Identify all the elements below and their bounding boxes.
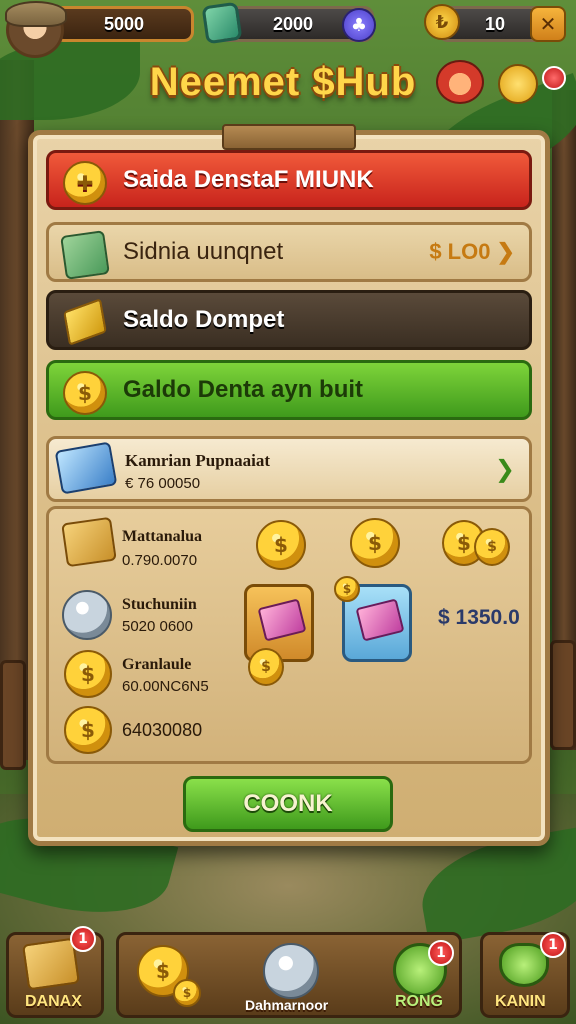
coin-icon: $ [474, 528, 510, 566]
list-item-1-value: 0.790.0070 [122, 552, 198, 569]
list-item-3-label: Granlaule [122, 656, 192, 673]
shop-price: $ 1350.0 [438, 606, 520, 629]
chevron-right-icon[interactable]: ❯ [495, 455, 515, 483]
coin-icon: $ [173, 979, 201, 1007]
menu-row-2-label: Sidnia uunqnet [123, 238, 284, 265]
page-title: Neemet $Hub [149, 60, 417, 104]
coin-glyph: $ [274, 533, 288, 557]
card-pack-icon [355, 598, 405, 642]
menu-row-3[interactable]: Saldo Dompet [46, 290, 532, 350]
fence-post [550, 640, 576, 750]
energy-icon: ₺ [424, 4, 460, 40]
gold-bar-icon [63, 298, 107, 346]
cash-amount: 5000 [103, 13, 145, 34]
mascot-sun-icon[interactable] [498, 64, 538, 104]
mascot-monkey-icon[interactable] [436, 60, 484, 104]
coin-glyph: $ [368, 531, 382, 555]
nav-daily-badge: 1 [70, 926, 96, 952]
coin-glyph: $ [342, 582, 352, 596]
cash-stack-icon [60, 230, 110, 280]
silver-coin-icon[interactable] [263, 943, 319, 999]
fence-post [0, 660, 26, 770]
close-icon: ✕ [539, 12, 557, 36]
coin-glyph: $ [261, 659, 271, 675]
top-bar: 5000 2000 ♣ 10 ₺ ✕ [0, 0, 576, 58]
energy-glyph: ₺ [435, 11, 449, 33]
menu-row-2[interactable]: Sidnia uunqnet $ LO0 ❯ [46, 222, 532, 282]
coin-glyph: $ [78, 381, 92, 405]
coin-icon: $ [248, 648, 284, 686]
nav-ideas-badge: 1 [428, 940, 454, 966]
gem-icon [201, 1, 243, 45]
coin-icon[interactable]: $ [256, 520, 306, 570]
nav-kanin-badge: 1 [540, 932, 566, 958]
gold-stack-icon [61, 516, 117, 568]
nav-ideas-label: RONG [395, 993, 443, 1010]
coin-glyph: $ [487, 539, 497, 555]
coin-stack-icon[interactable]: $ [350, 518, 400, 568]
menu-row-3-label: Saldo Dompet [123, 306, 285, 333]
coin-glyph: $ [182, 986, 192, 1000]
nav-center-label: Dahmarnoor [245, 997, 329, 1013]
nav-bar-center: $ $ Dahmarnoor RONG [116, 932, 462, 1018]
coin-glyph: $ [81, 718, 95, 742]
coin-glyph: $ [457, 531, 471, 555]
hat-icon [5, 1, 67, 27]
menu-row-4-label: Galdo Denta ayn buit [123, 376, 364, 403]
list-item-3-value: 60.00NC6N5 [122, 678, 209, 695]
add-gems-button[interactable]: ♣ [342, 8, 376, 42]
gems-amount: 2000 [272, 13, 314, 34]
shop-tile-cards-gold[interactable] [244, 584, 314, 662]
plus-coin-icon: ✚ [63, 161, 107, 205]
coin-glyph: $ [81, 662, 95, 686]
list-item-2-label: Stuchuniin [122, 596, 197, 613]
coin-icon: $ [64, 706, 112, 754]
wallet-summary-value: € 76 00050 [125, 475, 201, 492]
menu-row-1-label: Saida DenstaF MIUNK [123, 166, 374, 193]
menu-row-1[interactable]: ✚ Saida DenstaF MIUNK [46, 150, 532, 210]
plus-glyph: ✚ [76, 171, 94, 195]
silver-coin-icon [62, 590, 112, 640]
wallet-summary-title: Kamrian Pupnaaiat [125, 451, 270, 470]
close-button[interactable]: ✕ [530, 6, 566, 42]
player-avatar[interactable] [5, 1, 67, 58]
nav-daily-label: DANAX [25, 993, 82, 1010]
level-value: 10 [485, 13, 506, 34]
cash-counter[interactable]: 5000 [54, 6, 194, 42]
notification-dot [542, 66, 566, 90]
list-item-1-label: Mattanalua [122, 528, 202, 545]
coin-glyph: $ [156, 959, 170, 983]
menu-row-2-price: $ LO0 ❯ [429, 239, 515, 264]
card-pack-icon [257, 598, 307, 642]
coin-icon: $ [63, 371, 107, 415]
menu-row-4[interactable]: $ Galdo Denta ayn buit [46, 360, 532, 420]
cook-button[interactable]: COONK [183, 776, 393, 832]
panel-sign-plank [222, 124, 356, 150]
coin-icon: $ [334, 576, 360, 602]
coin-icon: $ [64, 650, 112, 698]
nav-kanin-label: KANIN [495, 993, 546, 1010]
wallet-summary[interactable]: Kamrian Pupnaaiat € 76 00050 ❯ [46, 436, 532, 502]
list-item-4-value: 64030080 [122, 720, 203, 740]
list-item-2-value: 5020 0600 [122, 618, 193, 635]
clover-icon: ♣ [350, 14, 368, 36]
